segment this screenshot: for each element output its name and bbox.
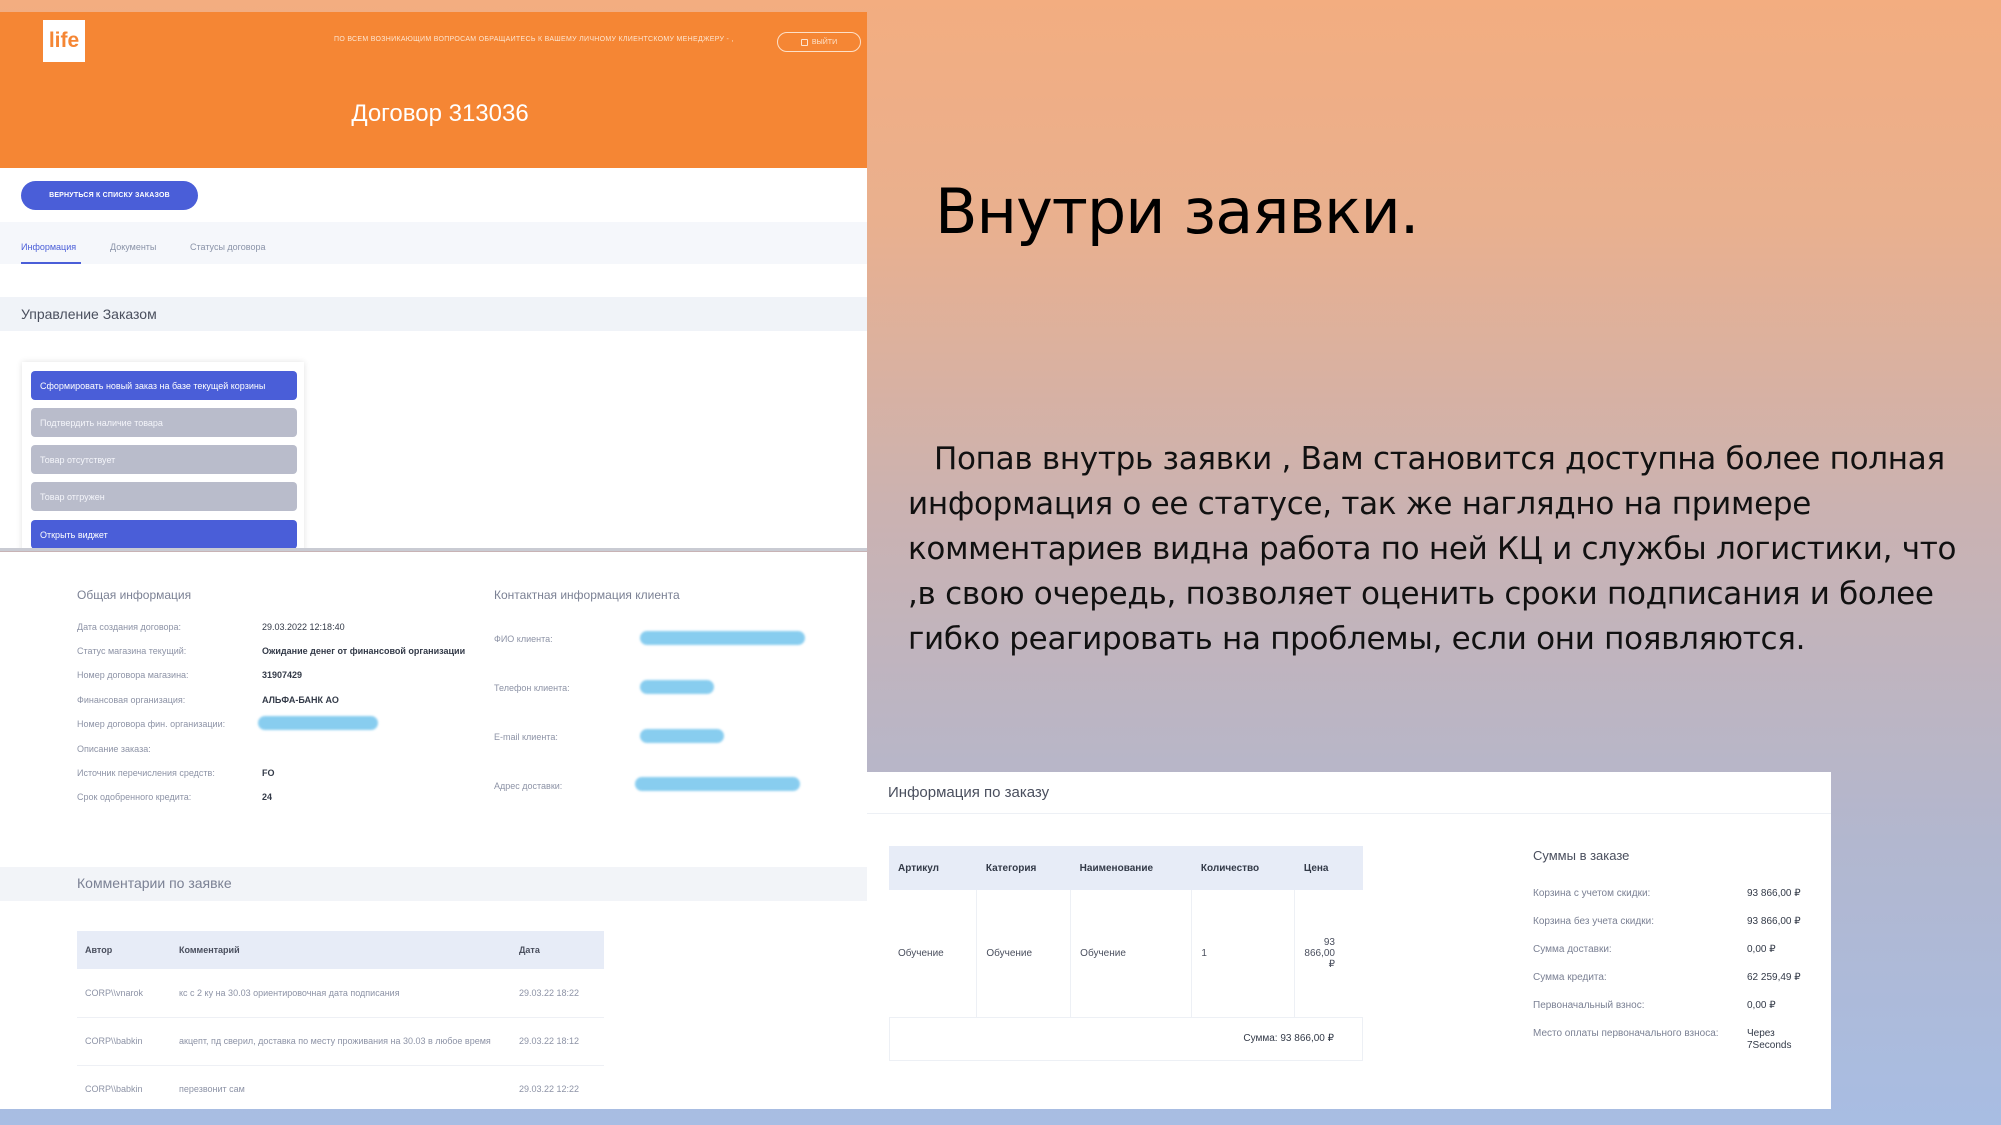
general-value: 31907429 <box>262 670 303 680</box>
comments-title: Комментарии по заявке <box>77 875 232 891</box>
items-total: Сумма: 93 866,00 ₽ <box>889 1017 1363 1061</box>
table-row: CORP\\vnarok кс с 2 ку на 30.03 ориентир… <box>77 969 604 1018</box>
contact-info-title: Контактная информация клиента <box>494 588 680 602</box>
sum-label: Место оплаты первоначального взноса: <box>1533 1028 1719 1039</box>
general-value: FO <box>262 768 275 778</box>
column-header: Дата <box>511 931 604 969</box>
table-row: Обучение Обучение Обучение 1 93 866,00 ₽ <box>889 890 1363 1018</box>
contract-title: Договор 313036 <box>351 100 529 127</box>
out-of-stock-button[interactable]: Товар отсутствует <box>31 445 297 474</box>
comment-author: CORP\\babkin <box>77 1065 171 1109</box>
contact-label: E-mail клиента: <box>494 732 558 742</box>
sum-value: Через 7Seconds <box>1747 1028 1792 1051</box>
table-row: CORP\\babkin перезвонит сам 29.03.22 12:… <box>77 1065 604 1109</box>
shipped-button[interactable]: Товар отгружен <box>31 482 297 511</box>
sum-value: 93 866,00 ₽ <box>1747 888 1801 899</box>
sum-label: Корзина с учетом скидки: <box>1533 888 1651 899</box>
general-label: Статус магазина текущий: <box>77 646 187 656</box>
general-label: Финансовая организация: <box>77 695 186 705</box>
exit-label: ВЫЙТИ <box>811 38 838 46</box>
general-label: Дата создания договора: <box>77 622 182 632</box>
tab-contract-statuses[interactable]: Статусы договора <box>190 242 265 252</box>
new-order-button[interactable]: Сформировать новый заказ на базе текущей… <box>31 371 297 400</box>
item-quantity: 1 <box>1191 890 1296 1018</box>
order-info-title: Информация по заказу <box>888 784 1050 801</box>
sum-value: 62 259,49 ₽ <box>1747 972 1801 983</box>
comment-author: CORP\\babkin <box>77 1017 171 1066</box>
confirm-stock-button[interactable]: Подтвердить наличие товара <box>31 408 297 437</box>
order-details-screenshot: Общая информация Дата создания договора:… <box>0 552 867 1109</box>
sum-label: Сумма доставки: <box>1533 944 1612 955</box>
sum-value: 0,00 ₽ <box>1747 944 1776 955</box>
item-article: Обучение <box>889 890 978 1018</box>
comment-date: 29.03.22 18:22 <box>511 969 604 1018</box>
comment-author: CORP\\vnarok <box>77 969 171 1018</box>
management-title: Управление Заказом <box>21 306 157 322</box>
general-value: АЛЬФА-БАНК АО <box>262 695 339 705</box>
comment-date: 29.03.22 18:12 <box>511 1017 604 1066</box>
contact-label: Телефон клиента: <box>494 683 570 693</box>
column-header: Комментарий <box>171 931 511 969</box>
slide-body-text: Попав внутрь заявки , Вам становится дос… <box>908 441 1957 657</box>
sum-value: 0,00 ₽ <box>1747 1000 1776 1011</box>
comment-text: кс с 2 ку на 30.03 ориентировочная дата … <box>171 969 511 1018</box>
order-info-card: Информация по заказу Артикул Категория Н… <box>867 772 1831 1109</box>
sums-title: Суммы в заказе <box>1533 848 1630 863</box>
general-label: Описание заказа: <box>77 744 151 754</box>
comment-text: перезвонит сам <box>171 1065 511 1109</box>
manager-notice: ПО ВСЕМ ВОЗНИКАЮЩИМ ВОПРОСАМ ОБРАЩАЙТЕСЬ… <box>334 36 734 43</box>
sum-label: Сумма кредита: <box>1533 972 1607 983</box>
open-widget-button[interactable]: Открыть виджет <box>31 520 297 549</box>
column-header: Количество <box>1191 846 1295 890</box>
active-tab-indicator <box>21 262 81 264</box>
sum-value: 93 866,00 ₽ <box>1747 916 1801 927</box>
divider <box>0 548 867 551</box>
item-price: 93 866,00 ₽ <box>1294 890 1363 1018</box>
slide-body: Попав внутрь заявки , Вам становится дос… <box>908 437 1993 662</box>
general-value: 29.03.2022 12:18:40 <box>262 622 345 632</box>
column-header: Наименование <box>1070 846 1192 890</box>
order-items-table: Артикул Категория Наименование Количеств… <box>889 846 1363 1018</box>
contact-label: ФИО клиента: <box>494 634 553 644</box>
comment-text: акцепт, пд сверил, доставка по месту про… <box>171 1017 511 1066</box>
redacted-value <box>640 729 724 743</box>
redacted-value <box>258 716 378 730</box>
exit-button[interactable]: ВЫЙТИ <box>777 32 861 52</box>
order-page-screenshot: life ПО ВСЕМ ВОЗНИКАЮЩИМ ВОПРОСАМ ОБРАЩА… <box>0 12 867 551</box>
table-row: CORP\\babkin акцепт, пд сверил, доставка… <box>77 1017 604 1066</box>
tab-information[interactable]: Информация <box>21 242 76 252</box>
general-label: Номер договора магазина: <box>77 670 189 680</box>
column-header: Автор <box>77 931 171 969</box>
item-name: Обучение <box>1070 890 1193 1018</box>
general-label: Срок одобренного кредита: <box>77 792 192 802</box>
column-header: Цена <box>1294 846 1363 890</box>
comment-date: 29.03.22 12:22 <box>511 1065 604 1109</box>
sum-label: Корзина без учета скидки: <box>1533 916 1654 927</box>
sum-label: Первоначальный взнос: <box>1533 1000 1645 1011</box>
comments-table: Автор Комментарий Дата CORP\\vnarok кс с… <box>77 931 604 1109</box>
general-value: 24 <box>262 792 273 802</box>
tab-documents[interactable]: Документы <box>110 242 156 252</box>
general-value: Ожидание денег от финансовой организации <box>262 646 466 656</box>
column-header: Категория <box>976 846 1071 890</box>
redacted-value <box>640 680 714 694</box>
general-label: Источник перечисления средств: <box>77 768 215 778</box>
column-header: Артикул <box>889 846 977 890</box>
life-logo: life <box>43 20 85 62</box>
item-category: Обучение <box>976 890 1072 1018</box>
general-info-title: Общая информация <box>77 588 192 602</box>
contact-label: Адрес доставки: <box>494 781 563 791</box>
general-label: Номер договора фин. организации: <box>77 719 226 729</box>
redacted-value <box>640 631 805 645</box>
back-to-orders-button[interactable]: ВЕРНУТЬСЯ К СПИСКУ ЗАКАЗОВ <box>21 181 198 210</box>
slide-heading: Внутри заявки. <box>935 175 1419 248</box>
redacted-value <box>635 777 800 791</box>
exit-icon <box>800 38 808 46</box>
